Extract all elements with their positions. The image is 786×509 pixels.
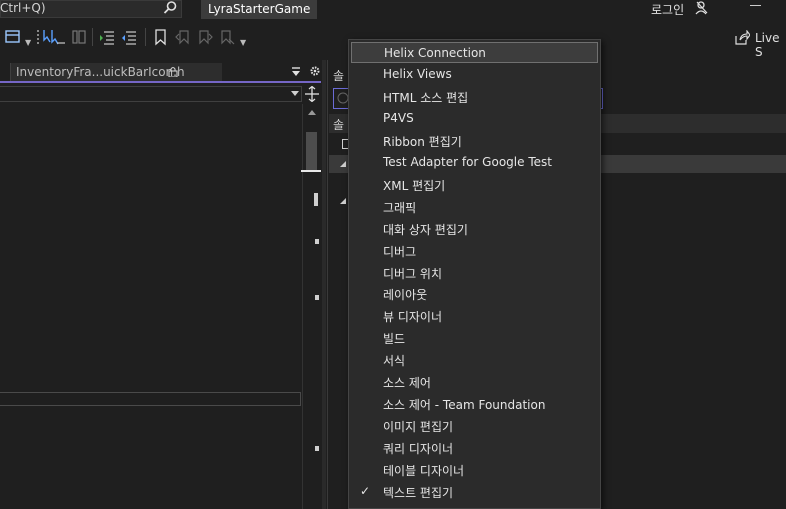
current-line-highlight — [0, 392, 301, 406]
chevron-down-icon[interactable] — [291, 91, 299, 96]
menu-item-label: 빌드 — [383, 332, 406, 347]
member-navigation-dropdown[interactable] — [0, 86, 302, 102]
scroll-up-icon[interactable] — [308, 110, 316, 115]
menu-item-label: P4VS — [383, 110, 414, 125]
gear-icon[interactable] — [309, 65, 321, 77]
menu-item-label: 쿼리 디자이너 — [383, 442, 454, 457]
menu-item-label: 레이아웃 — [383, 288, 428, 303]
next-bookmark-icon[interactable] — [196, 28, 214, 46]
toolbar-separator — [92, 28, 93, 46]
menu-item[interactable]: 디버그 위치 — [351, 262, 598, 283]
menu-item-label: Helix Views — [383, 66, 452, 81]
scroll-marker — [315, 446, 319, 451]
menu-item[interactable]: 뷰 디자이너 — [351, 305, 598, 326]
minimize-icon[interactable] — [750, 5, 761, 6]
menu-item[interactable]: HTML 소스 편집 — [351, 86, 598, 107]
caret-position-marker — [301, 170, 321, 172]
menu-item[interactable]: Helix Views — [351, 64, 598, 85]
menu-item-label: Ribbon 편집기 — [383, 134, 462, 149]
menu-item[interactable]: 그래픽 — [351, 196, 598, 217]
search-shortcut-text: Ctrl+Q) — [0, 1, 46, 15]
panel-splitter[interactable] — [322, 60, 326, 509]
panel-header-label: 솔 — [333, 118, 345, 132]
menu-item-label: 디버그 — [383, 244, 417, 259]
menu-item[interactable]: XML 편집기 — [351, 174, 598, 195]
menu-item[interactable]: 테이블 디자이너 — [351, 459, 598, 480]
menu-item[interactable]: 디버그 — [351, 240, 598, 261]
menu-item[interactable]: Test Adapter for Google Test — [351, 152, 598, 173]
menu-item-label: Test Adapter for Google Test — [383, 154, 552, 169]
code-editor[interactable] — [0, 104, 302, 509]
menu-item[interactable]: 소스 제어 — [351, 371, 598, 392]
scroll-marker — [315, 239, 319, 244]
menu-item-label: 이미지 편집기 — [383, 420, 454, 435]
menu-item-label: 뷰 디자이너 — [383, 310, 443, 325]
menu-item-label: 디버그 위치 — [383, 266, 443, 281]
toolbar-context-menu: Helix Connection Helix Views HTML 소스 편집 P4V… — [348, 39, 601, 509]
chevron-down-icon[interactable]: ▼ — [25, 38, 31, 47]
indent-icon[interactable] — [98, 28, 116, 46]
select-cursor-icon[interactable] — [49, 28, 67, 46]
menu-item[interactable]: 소스 제어 - Team Foundation — [351, 393, 598, 414]
scroll-marker — [314, 193, 318, 206]
menu-item[interactable]: Helix Connection — [351, 42, 598, 63]
account-icon[interactable] — [694, 0, 710, 16]
solution-name[interactable]: LyraStarterGame — [201, 0, 318, 19]
menu-item[interactable]: Ribbon 편집기 — [351, 130, 598, 151]
live-share-icon[interactable] — [734, 30, 750, 46]
expand-arrow-icon[interactable] — [340, 161, 346, 167]
menu-item-label: 텍스트 편집기 — [383, 486, 454, 500]
window-layout-icon[interactable] — [4, 28, 22, 46]
expand-arrow-icon[interactable] — [340, 198, 346, 204]
scroll-marker — [315, 295, 319, 300]
live-share-button[interactable]: Live S — [755, 31, 786, 59]
menu-item[interactable]: ✓ 텍스트 편집기 — [351, 481, 598, 502]
bookmark-icon[interactable] — [152, 28, 170, 46]
menu-item-label: Helix Connection — [384, 46, 486, 60]
panel-title: 솔 — [333, 69, 345, 83]
menu-item-label: XML 편집기 — [383, 178, 446, 193]
search-icon[interactable] — [162, 0, 178, 16]
lock-icon[interactable] — [168, 66, 178, 77]
active-tab-indicator — [0, 81, 321, 83]
checkmark-icon: ✓ — [360, 484, 371, 498]
outdent-icon[interactable] — [120, 28, 138, 46]
menu-item[interactable]: 레이아웃 — [351, 283, 598, 304]
scrollbar-thumb[interactable] — [306, 132, 317, 172]
menu-item-label: 서식 — [383, 354, 406, 369]
menu-item[interactable]: 서식 — [351, 349, 598, 370]
chevron-down-icon[interactable]: ▼ — [240, 38, 246, 47]
split-window-icon[interactable] — [304, 86, 320, 102]
previous-bookmark-icon[interactable] — [174, 28, 192, 46]
login-link[interactable]: 로그인 — [651, 1, 684, 18]
menu-item[interactable]: 쿼리 디자이너 — [351, 437, 598, 458]
menu-item-label: 테이블 디자이너 — [383, 464, 465, 479]
clear-bookmarks-icon[interactable] — [218, 28, 236, 46]
panel-icon[interactable] — [70, 28, 88, 46]
menu-item[interactable]: 대화 상자 편집기 — [351, 218, 598, 239]
menu-item[interactable]: 이미지 편집기 — [351, 415, 598, 436]
menu-item-label: 대화 상자 편집기 — [383, 222, 468, 237]
toolbar-separator — [145, 28, 146, 46]
menu-item-label: 그래픽 — [383, 200, 417, 215]
menu-item[interactable]: 빌드 — [351, 327, 598, 348]
menu-item-label: HTML 소스 편집 — [383, 90, 469, 105]
menu-item-label: 소스 제어 — [383, 376, 431, 391]
menu-item[interactable]: P4VS — [351, 108, 598, 129]
editor-tab-label: InventoryFra...uickBarIcon.h — [16, 65, 185, 79]
tab-list-dropdown-icon[interactable] — [291, 67, 301, 77]
menu-item-label: 소스 제어 - Team Foundation — [383, 398, 546, 413]
